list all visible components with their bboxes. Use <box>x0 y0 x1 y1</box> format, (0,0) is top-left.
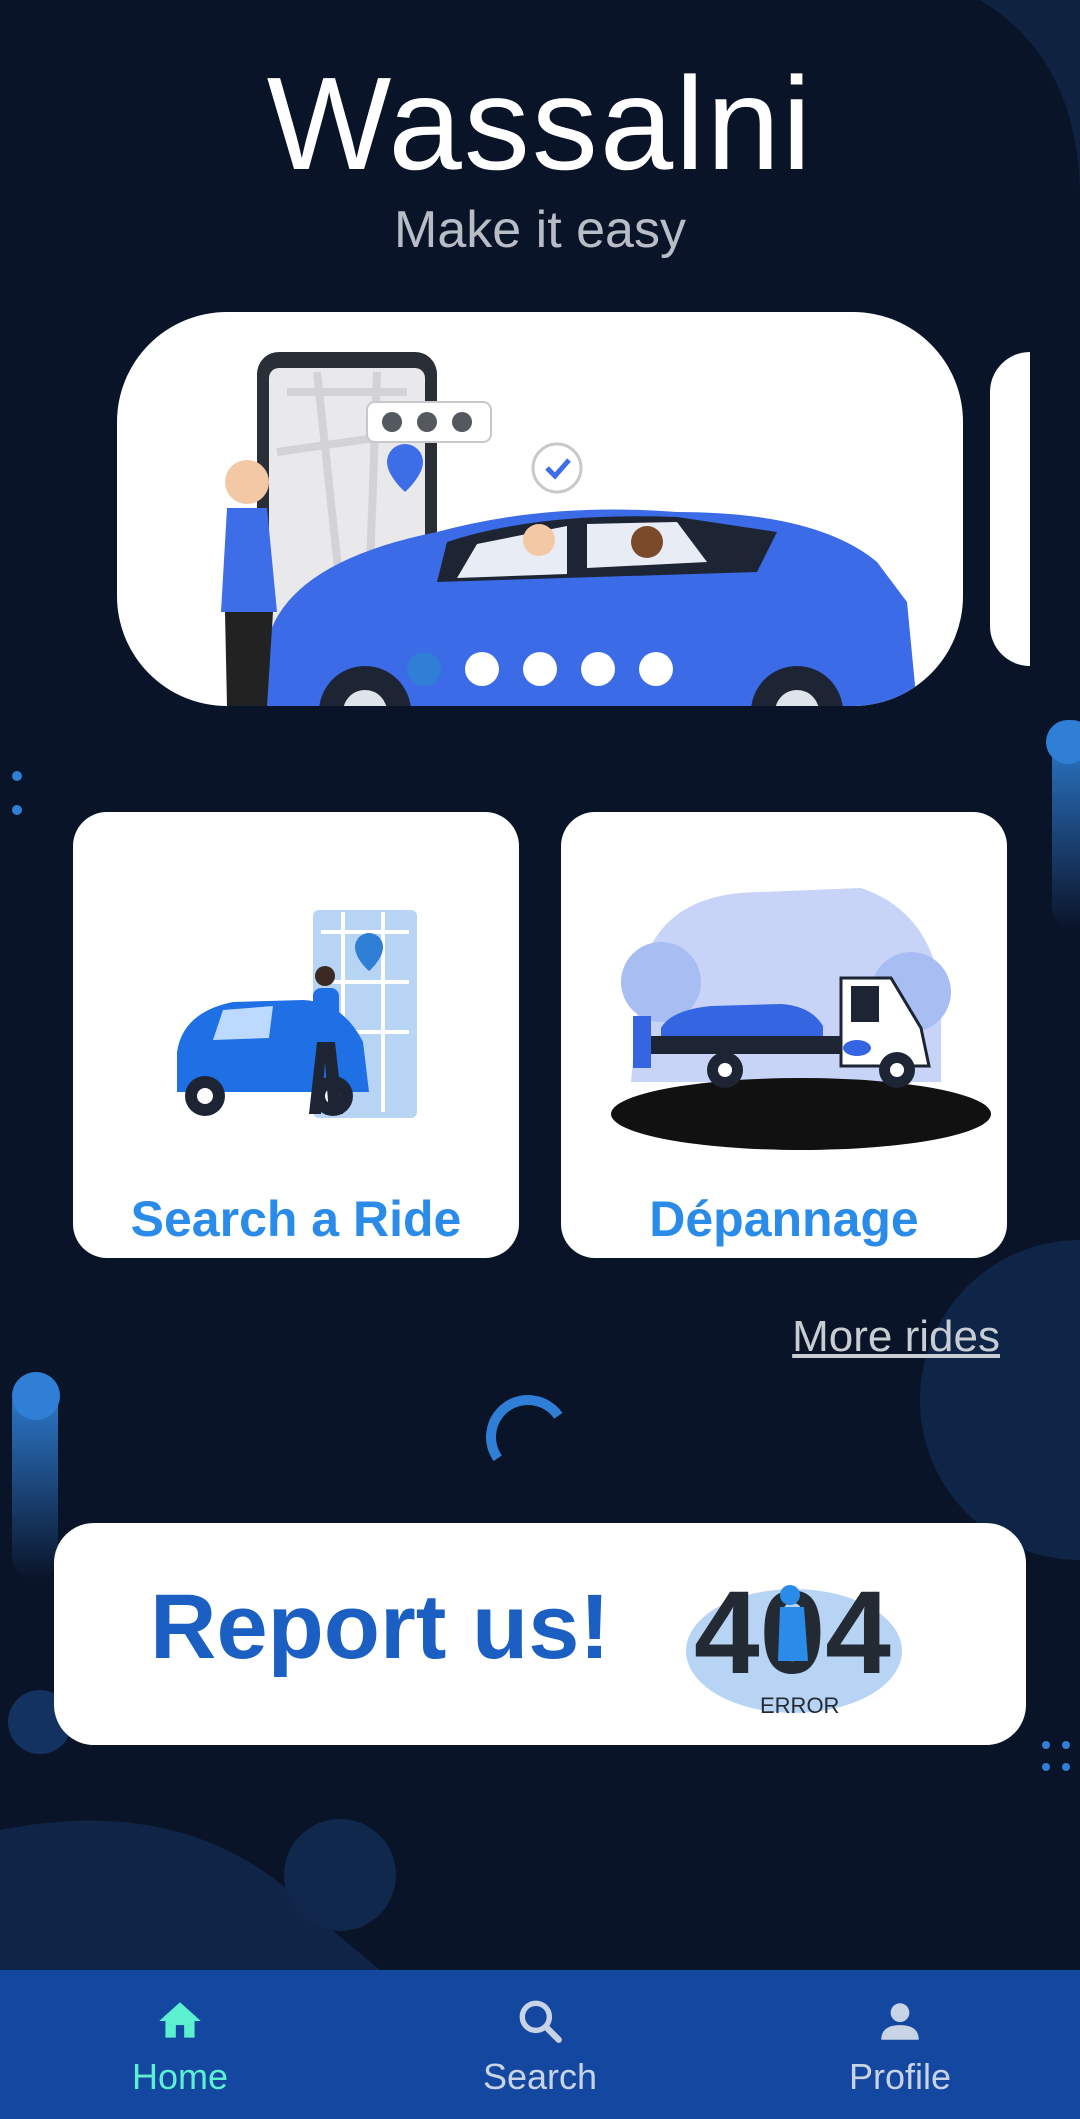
error-404-illustration: 404 ERROR <box>686 1567 902 1718</box>
home-icon <box>159 2002 201 2038</box>
carousel-next-slide[interactable] <box>990 352 1030 666</box>
profile-icon <box>881 2003 919 2040</box>
depannage-label: Dépannage <box>649 1191 919 1247</box>
nav-search-label: Search <box>482 2056 598 2097</box>
svg-text:ERROR: ERROR <box>760 1693 839 1718</box>
tow-truck-illustration <box>611 888 991 1150</box>
report-us-card[interactable]: Report us! 404 ERROR <box>54 1523 1026 1745</box>
carousel-dot[interactable] <box>407 652 441 686</box>
banner-carousel[interactable] <box>117 312 963 706</box>
search-ride-label: Search a Ride <box>130 1191 462 1247</box>
ride-illustration <box>221 352 917 706</box>
search-ride-illustration <box>177 910 417 1118</box>
more-rides-link[interactable]: More rides <box>792 1312 1000 1362</box>
search-ride-card[interactable]: Search a Ride <box>73 812 519 1258</box>
bottom-navigation: Home Search Profile <box>0 1970 1080 2119</box>
nav-profile-label: Profile <box>848 2056 952 2097</box>
nav-home-label: Home <box>131 2056 229 2097</box>
app-title: Wassalni <box>266 50 814 197</box>
carousel-dot[interactable] <box>465 652 499 686</box>
carousel-dot[interactable] <box>581 652 615 686</box>
carousel-dot[interactable] <box>639 652 673 686</box>
app-subtitle: Make it easy <box>394 201 686 259</box>
search-icon <box>519 2000 562 2043</box>
depannage-card[interactable]: Dépannage <box>561 812 1007 1258</box>
nav-profile[interactable]: Profile <box>800 1970 1000 2119</box>
nav-home[interactable]: Home <box>80 1970 280 2119</box>
report-us-label: Report us! <box>150 1576 610 1678</box>
carousel-pagination <box>407 652 673 686</box>
nav-search[interactable]: Search <box>440 1970 640 2119</box>
loading-spinner <box>479 1388 577 1486</box>
carousel-dot[interactable] <box>523 652 557 686</box>
